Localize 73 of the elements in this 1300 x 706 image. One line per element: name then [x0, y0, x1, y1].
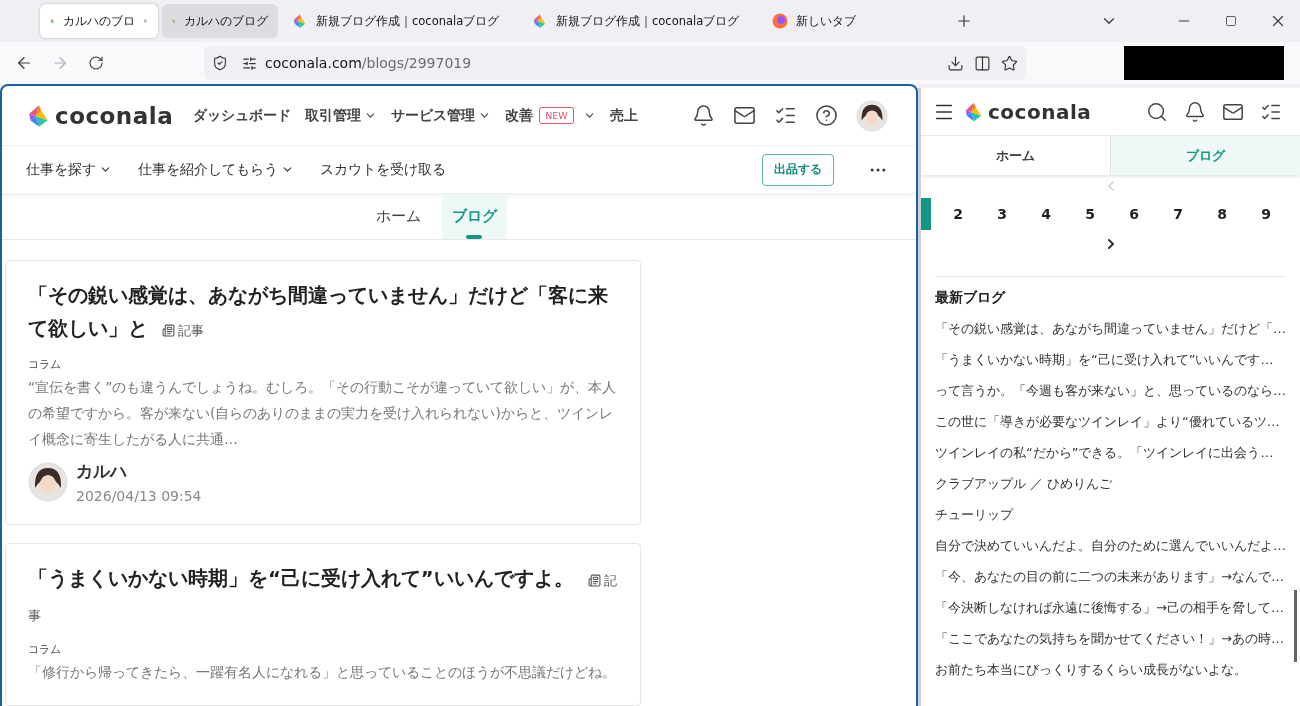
blog-link[interactable]: 「今、あなたの目の前に二つの未来があります」→なんで… — [935, 561, 1300, 592]
bookmark-star-icon[interactable] — [1001, 54, 1018, 72]
page-number[interactable]: 5 — [1068, 198, 1112, 230]
author-name: カルハ — [76, 460, 128, 483]
page-number[interactable]: 9 — [1244, 198, 1288, 230]
nav-link[interactable]: ダッシュボード — [193, 106, 292, 125]
section-heading: 最新ブログ — [935, 289, 1007, 307]
back-icon[interactable] — [15, 54, 33, 72]
blog-link[interactable]: って言うか。「今週も客が来ない」と、思っているのなら… — [935, 375, 1300, 406]
browser-tab[interactable]: カルハのブロ — [40, 4, 158, 38]
nav-link[interactable]: 改善 NEW — [505, 106, 596, 125]
post-card[interactable]: 「うまくいかない時期」を“己に受け入れて”いいんですよ。 記事 コラム 「修行から帰ってきたら、一躍有名人になれる」と思っていることのほうが不思議だけどね。 — [5, 543, 641, 706]
tab[interactable]: ホーム — [355, 194, 442, 239]
blog-link[interactable]: お前たち本当にびっくりするくらい成長がないよな。 — [935, 654, 1300, 685]
bell-icon[interactable] — [692, 104, 715, 127]
tab[interactable]: ホーム — [921, 136, 1110, 175]
avatar — [28, 462, 68, 502]
address-bar[interactable]: coconala.com/blogs/2997019 — [204, 46, 1026, 80]
blog-link[interactable]: 「ここであなたの気持ちを聞かせてください！」→あの時… — [935, 623, 1300, 654]
logo-text[interactable]: coconala — [988, 99, 1092, 124]
post-excerpt: 「修行から帰ってきたら、一躍有名人になれる」と思っていることのほうが不思議だけどね。 — [28, 663, 617, 682]
post-excerpt: “宣伝を書く”のも違うんでしょうね。むしろ。「その行動こそが違っていて欲しい」が、本人の希望ですから。客が来ない(自らのありのままの実力を受け入れられない)からと、ツインレイ概念に寄生したがる人に共通… — [28, 378, 618, 449]
nav-link[interactable]: サービス管理 — [391, 106, 492, 125]
new-badge: NEW — [539, 107, 574, 124]
post-category: コラム — [28, 357, 62, 372]
page-number[interactable]: 6 — [1112, 198, 1156, 230]
page-number[interactable]: 2 — [936, 198, 980, 230]
bell-icon[interactable] — [1184, 100, 1206, 123]
article-icon — [587, 574, 601, 587]
help-icon[interactable] — [815, 104, 838, 127]
reader-view-icon[interactable] — [974, 54, 991, 72]
blog-link[interactable]: 自分で決めていいんだよ。自分のために選んでいいんだよ… — [935, 530, 1300, 561]
nav-link[interactable]: 取引管理 — [305, 106, 378, 125]
avatar — [856, 99, 888, 132]
post-category: コラム — [28, 642, 62, 657]
publish-button[interactable]: 出品する — [762, 153, 834, 186]
nav-link[interactable]: 売上 — [609, 106, 638, 125]
browser-tab[interactable]: 新規ブログ作成｜coconalaブログ — [522, 4, 758, 38]
search-icon[interactable] — [1146, 100, 1168, 123]
blog-link[interactable]: この世に「導きが必要なツインレイ」より“優れているツ… — [935, 406, 1300, 437]
blog-link[interactable]: 「その鋭い感覚は、あながち間違っていません」だけど「… — [935, 313, 1300, 344]
blog-link[interactable]: クラブアップル ／ ひめりんご — [935, 468, 1300, 499]
current-page-marker — [921, 198, 931, 230]
download-icon[interactable] — [947, 54, 964, 72]
blog-link[interactable]: 「今決断しなければ永遠に後悔する」→己の相手を脅して… — [935, 592, 1300, 623]
page-number[interactable]: 4 — [1024, 198, 1068, 230]
mail-icon[interactable] — [733, 104, 756, 127]
article-icon — [162, 324, 175, 337]
subnav-link[interactable]: 仕事を紹介してもらう — [138, 160, 294, 179]
post-date: 2026/04/13 09:54 — [76, 488, 202, 504]
post-title[interactable]: 「うまくいかない時期」を“己に受け入れて”いいんですよ。 記事 — [28, 562, 618, 632]
page-number[interactable]: 7 — [1156, 198, 1200, 230]
blog-link[interactable]: チューリップ — [935, 499, 1300, 530]
browser-tab[interactable]: 新規ブログ作成｜coconalaブログ — [282, 4, 518, 38]
post-title[interactable]: 「その鋭い感覚は、あながち間違っていません」だけど「客に来て欲しい」と 記事 — [28, 279, 618, 347]
logo-text[interactable]: coconala — [55, 102, 174, 129]
browser-tab[interactable]: 新しいタブ — [762, 4, 872, 38]
subnav-link[interactable]: 仕事を探す — [26, 160, 112, 179]
post-card[interactable]: 「その鋭い感覚は、あながち間違っていません」だけど「客に来て欲しい」と 記事 コラム “宣伝を書く”のも違うんでしょうね。むしろ。「その行動こそが違っていて欲しい」が、本人の希望ですから。客が来ない(自らのありのままの実力を受け入れられない)からと、ツインレイ概念に寄生したがる人に共通… カルハ 2026/04/13 09:54 — [5, 260, 641, 525]
shield-icon[interactable] — [212, 55, 228, 71]
subnav-link[interactable]: スカウトを受け取る — [320, 160, 446, 179]
logo-icon — [532, 13, 548, 29]
blog-link[interactable]: ツインレイの私“だから”できる。「ツインレイに出会う… — [935, 437, 1300, 468]
article-tag: 記事 — [162, 323, 204, 338]
browser-logo-icon — [772, 13, 788, 29]
page-number[interactable]: 8 — [1200, 198, 1244, 230]
maximize-icon[interactable] — [1225, 15, 1238, 27]
page-number[interactable]: 3 — [980, 198, 1024, 230]
browser-tab[interactable]: カルハのブログ — [162, 4, 278, 38]
permissions-icon[interactable] — [242, 55, 257, 71]
reload-icon[interactable] — [88, 55, 104, 71]
blog-link[interactable]: 「うまくいかない時期」を“己に受け入れて”いいんです… — [935, 344, 1300, 375]
logo-icon — [292, 13, 308, 29]
